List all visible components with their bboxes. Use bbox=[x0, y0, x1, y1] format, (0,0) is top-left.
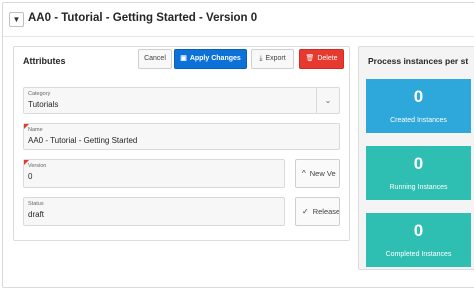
running-instances-label: Running Instances bbox=[389, 184, 448, 191]
chevron-down-icon[interactable]: ⌄ bbox=[316, 88, 339, 113]
completed-instances-label: Completed Instances bbox=[385, 251, 452, 258]
download-icon: ⤓ bbox=[259, 55, 263, 62]
delete-label: Delete bbox=[317, 55, 338, 62]
name-field[interactable]: Name AA0 - Tutorial - Getting Started bbox=[23, 123, 340, 150]
completed-instances-count: 0 bbox=[413, 221, 424, 240]
attributes-title: Attributes bbox=[23, 56, 66, 66]
created-instances-count: 0 bbox=[413, 87, 424, 106]
check-icon: ✓ bbox=[302, 207, 309, 216]
export-label: Export bbox=[265, 55, 286, 62]
version-label: Version bbox=[28, 163, 47, 169]
process-instances-panel: Process instances per st 0 Created Insta… bbox=[358, 46, 474, 270]
new-version-label: New Ve bbox=[309, 169, 336, 178]
name-label: Name bbox=[28, 127, 43, 133]
cancel-button-label: Cancel bbox=[144, 55, 166, 62]
cancel-button[interactable]: Cancel bbox=[138, 49, 172, 69]
release-label: Release bbox=[312, 207, 340, 216]
category-value: Tutorials bbox=[28, 100, 59, 109]
chevron-down-icon: ▼ bbox=[12, 15, 21, 24]
category-label: Category bbox=[28, 91, 51, 97]
process-region: ▼ AA0 - Tutorial - Getting Started - Ver… bbox=[2, 2, 474, 288]
delete-button[interactable]: 🗑 Delete bbox=[299, 49, 344, 69]
status-value: draft bbox=[28, 210, 45, 219]
running-instances-count: 0 bbox=[413, 154, 424, 173]
apply-changes-button[interactable]: ▣ Apply Changes bbox=[174, 49, 247, 69]
region-title: AA0 - Tutorial - Getting Started - Versi… bbox=[28, 12, 258, 24]
region-header: ▼ AA0 - Tutorial - Getting Started - Ver… bbox=[3, 3, 474, 37]
trash-icon: 🗑 bbox=[305, 55, 315, 62]
attributes-panel: Attributes Cancel ▣ Apply Changes ⤓ Export… bbox=[13, 46, 350, 241]
running-instances-tile[interactable]: 0 Running Instances bbox=[366, 146, 471, 200]
caret-up-icon: ^ bbox=[302, 169, 306, 178]
process-instances-title: Process instances per st bbox=[368, 56, 469, 66]
release-button[interactable]: ✓ Release bbox=[295, 197, 340, 226]
status-field[interactable]: Status draft bbox=[23, 197, 285, 226]
collapse-toggle-button[interactable]: ▼ bbox=[9, 12, 24, 27]
category-select[interactable]: Category Tutorials ⌄ bbox=[23, 87, 340, 114]
created-instances-tile[interactable]: 0 Created Instances bbox=[366, 79, 471, 133]
name-value: AA0 - Tutorial - Getting Started bbox=[28, 136, 138, 145]
completed-instances-tile[interactable]: 0 Completed Instances bbox=[366, 213, 471, 267]
version-field[interactable]: Version 0 bbox=[23, 159, 285, 188]
created-instances-label: Created Instances bbox=[390, 117, 447, 124]
new-version-button[interactable]: ^ New Ve bbox=[295, 159, 340, 188]
export-button[interactable]: ⤓ Export bbox=[251, 49, 294, 69]
status-label: Status bbox=[28, 201, 44, 207]
apply-changes-label: Apply Changes bbox=[189, 55, 241, 62]
version-value: 0 bbox=[28, 172, 33, 181]
save-icon: ▣ bbox=[180, 55, 187, 62]
